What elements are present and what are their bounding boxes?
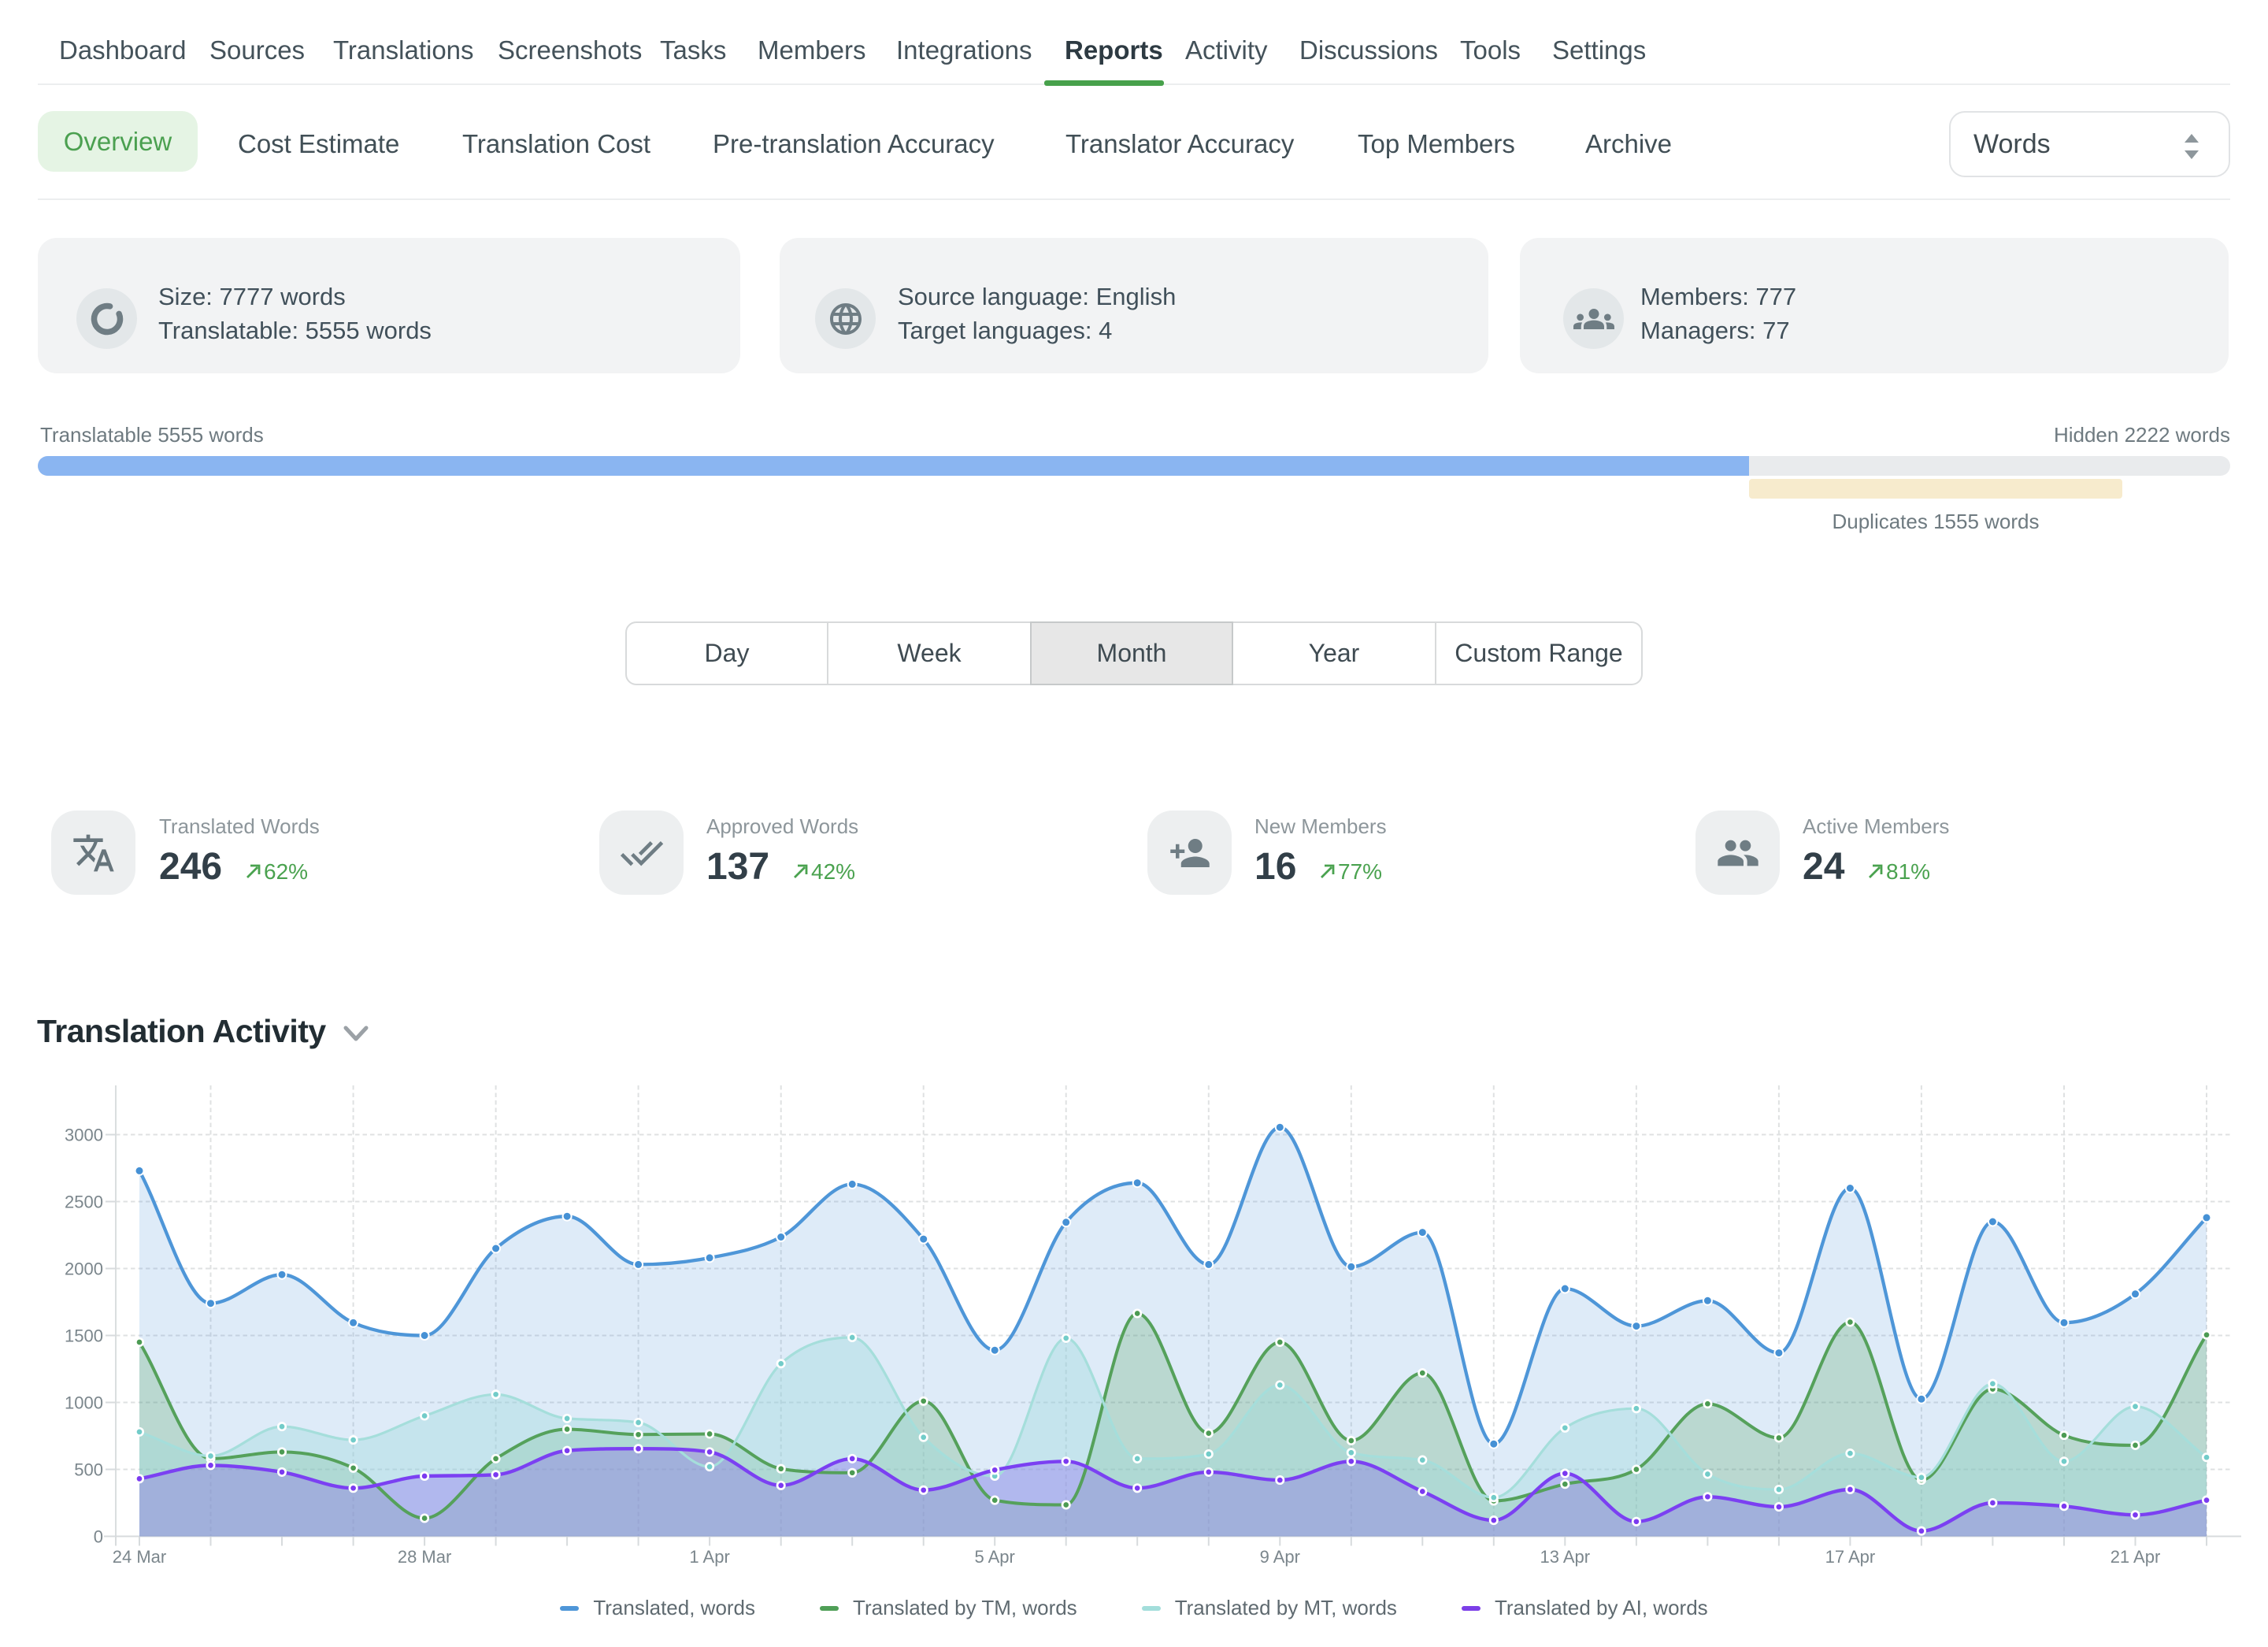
svg-text:1000: 1000 <box>65 1393 103 1413</box>
svg-text:13 Apr: 13 Apr <box>1540 1547 1590 1567</box>
svg-text:2000: 2000 <box>65 1259 103 1279</box>
svg-text:1500: 1500 <box>65 1326 103 1346</box>
svg-text:28 Mar: 28 Mar <box>398 1547 451 1567</box>
svg-text:21 Apr: 21 Apr <box>2110 1547 2161 1567</box>
svg-text:500: 500 <box>74 1460 103 1480</box>
svg-text:24 Mar: 24 Mar <box>113 1547 166 1567</box>
svg-text:0: 0 <box>94 1527 103 1547</box>
svg-text:2500: 2500 <box>65 1193 103 1212</box>
svg-text:17 Apr: 17 Apr <box>1825 1547 1876 1567</box>
svg-text:1 Apr: 1 Apr <box>689 1547 729 1567</box>
svg-text:9 Apr: 9 Apr <box>1260 1547 1300 1567</box>
svg-text:3000: 3000 <box>65 1126 103 1145</box>
svg-text:5 Apr: 5 Apr <box>975 1547 1015 1567</box>
